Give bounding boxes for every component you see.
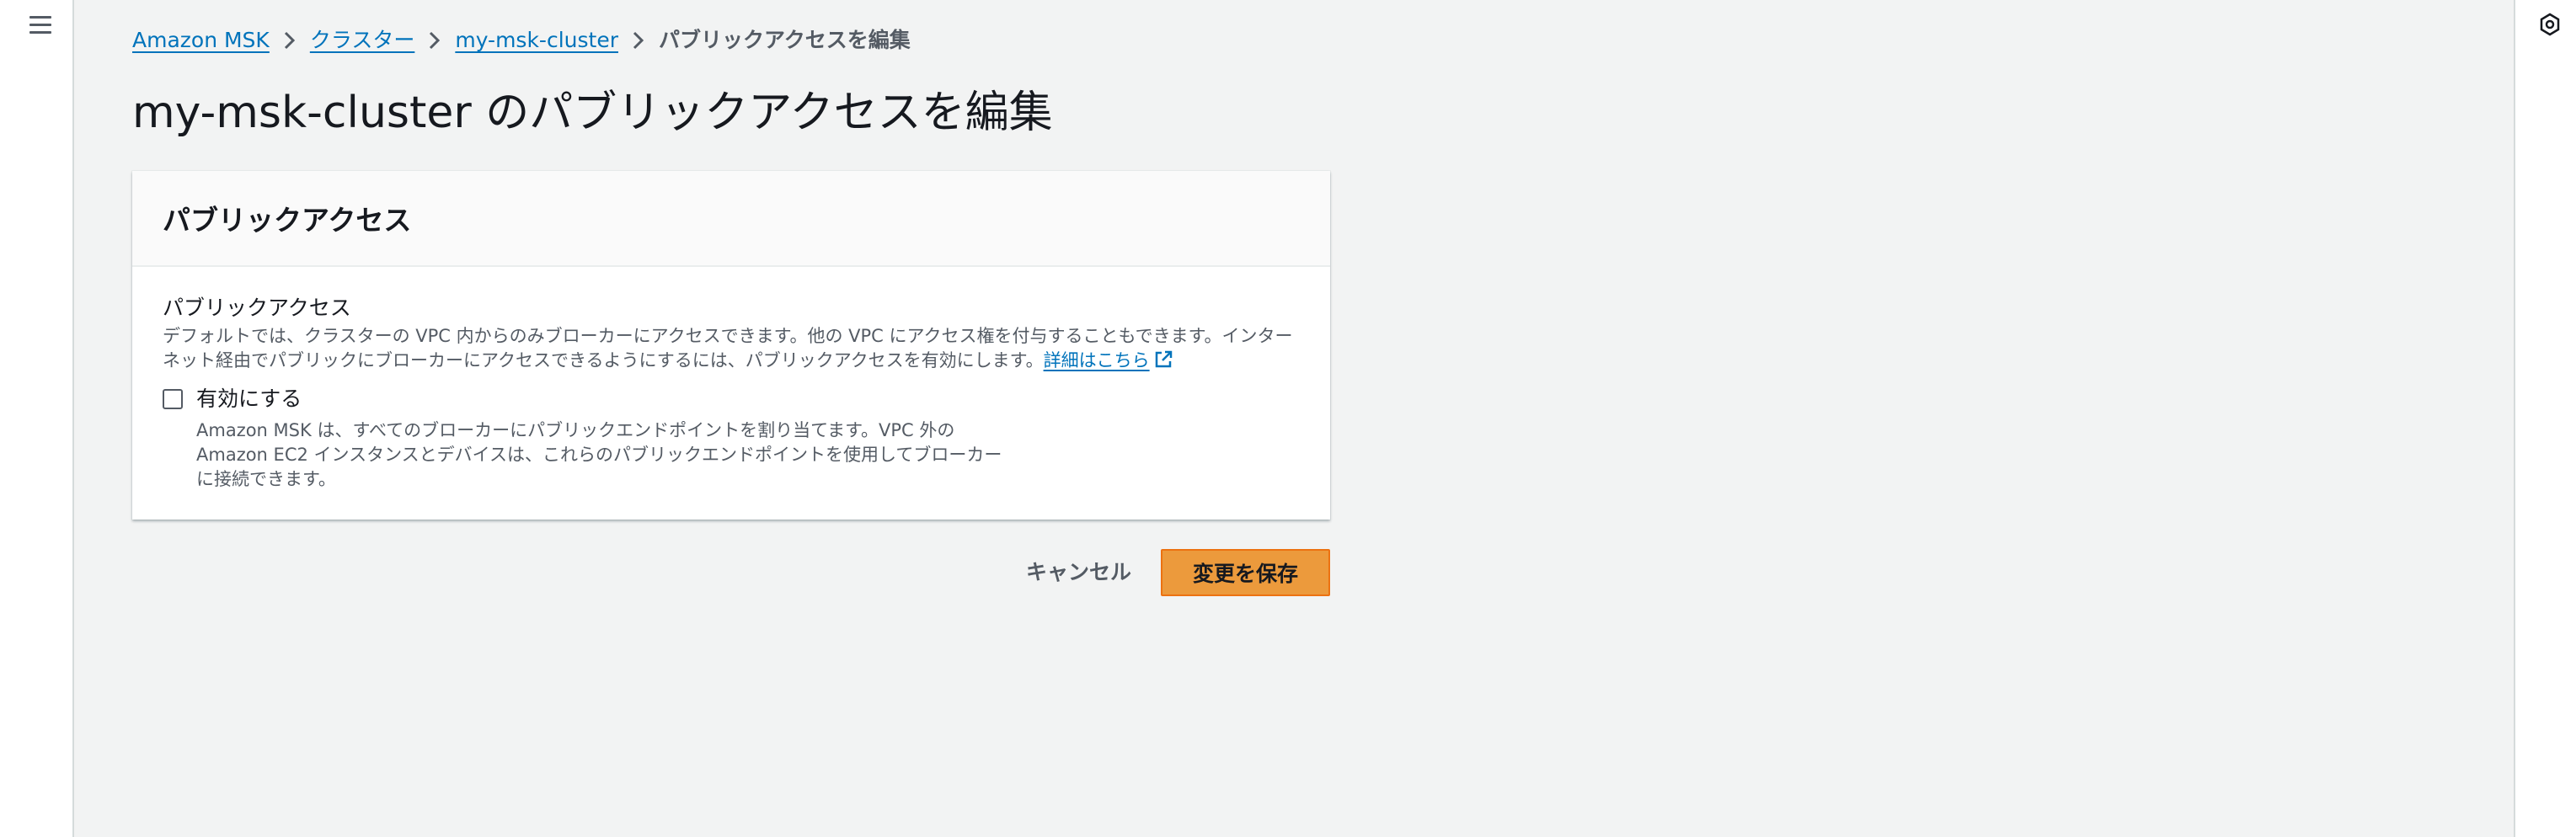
tools-rail — [2514, 0, 2576, 837]
cancel-button[interactable]: キャンセル — [1019, 549, 1138, 596]
enable-checkbox-label[interactable]: 有効にする — [196, 385, 302, 413]
enable-checkbox-row[interactable]: 有効にする — [163, 385, 302, 413]
settings-hexagon-icon[interactable] — [2537, 12, 2563, 37]
public-access-field-label: パブリックアクセス — [163, 296, 351, 320]
chevron-right-icon — [414, 26, 455, 55]
navigation-rail — [0, 0, 74, 837]
save-changes-button[interactable]: 変更を保存 — [1161, 549, 1330, 596]
form-actions: キャンセル 変更を保存 — [132, 549, 1330, 596]
breadcrumb: Amazon MSK クラスター my-msk-cluster パブリックアクセ… — [132, 26, 911, 55]
public-access-description: デフォルトでは、クラスターの VPC 内からのみブローカーにアクセスできます。他… — [163, 324, 1300, 373]
hamburger-menu-icon[interactable] — [29, 13, 55, 36]
app-root: Amazon MSK クラスター my-msk-cluster パブリックアクセ… — [0, 0, 2576, 837]
breadcrumb-cluster-name[interactable]: my-msk-cluster — [455, 26, 618, 55]
breadcrumb-amazon-msk[interactable]: Amazon MSK — [132, 26, 270, 55]
checkbox-description-line: Amazon MSK は、すべてのブローカーにパブリックエンドポイントを割り当て… — [196, 420, 955, 440]
panel-header: パブリックアクセス — [132, 171, 1330, 267]
page-title: my-msk-cluster のパブリックアクセスを編集 — [132, 88, 1053, 138]
external-link-icon — [1155, 350, 1172, 368]
chevron-right-icon — [618, 26, 659, 55]
enable-checkbox-description: Amazon MSK は、すべてのブローカーにパブリックエンドポイントを割り当て… — [196, 418, 1039, 492]
enable-public-access-checkbox[interactable] — [163, 389, 183, 409]
main-content: Amazon MSK クラスター my-msk-cluster パブリックアクセ… — [132, 0, 2491, 837]
checkbox-description-line: Amazon EC2 インスタンスとデバイスは、これらのパブリックエンドポイント… — [196, 445, 1002, 465]
checkbox-description-line: に接続できます。 — [196, 469, 336, 489]
breadcrumb-clusters[interactable]: クラスター — [310, 26, 415, 55]
panel-title: パブリックアクセス — [163, 204, 412, 237]
learn-more-label: 詳細はこちら — [1043, 350, 1150, 371]
learn-more-link[interactable]: 詳細はこちら — [1044, 350, 1173, 371]
breadcrumb-current: パブリックアクセスを編集 — [658, 28, 911, 52]
public-access-panel: パブリックアクセス パブリックアクセス デフォルトでは、クラスターの VPC 内… — [132, 171, 1330, 520]
chevron-right-icon — [270, 26, 310, 55]
